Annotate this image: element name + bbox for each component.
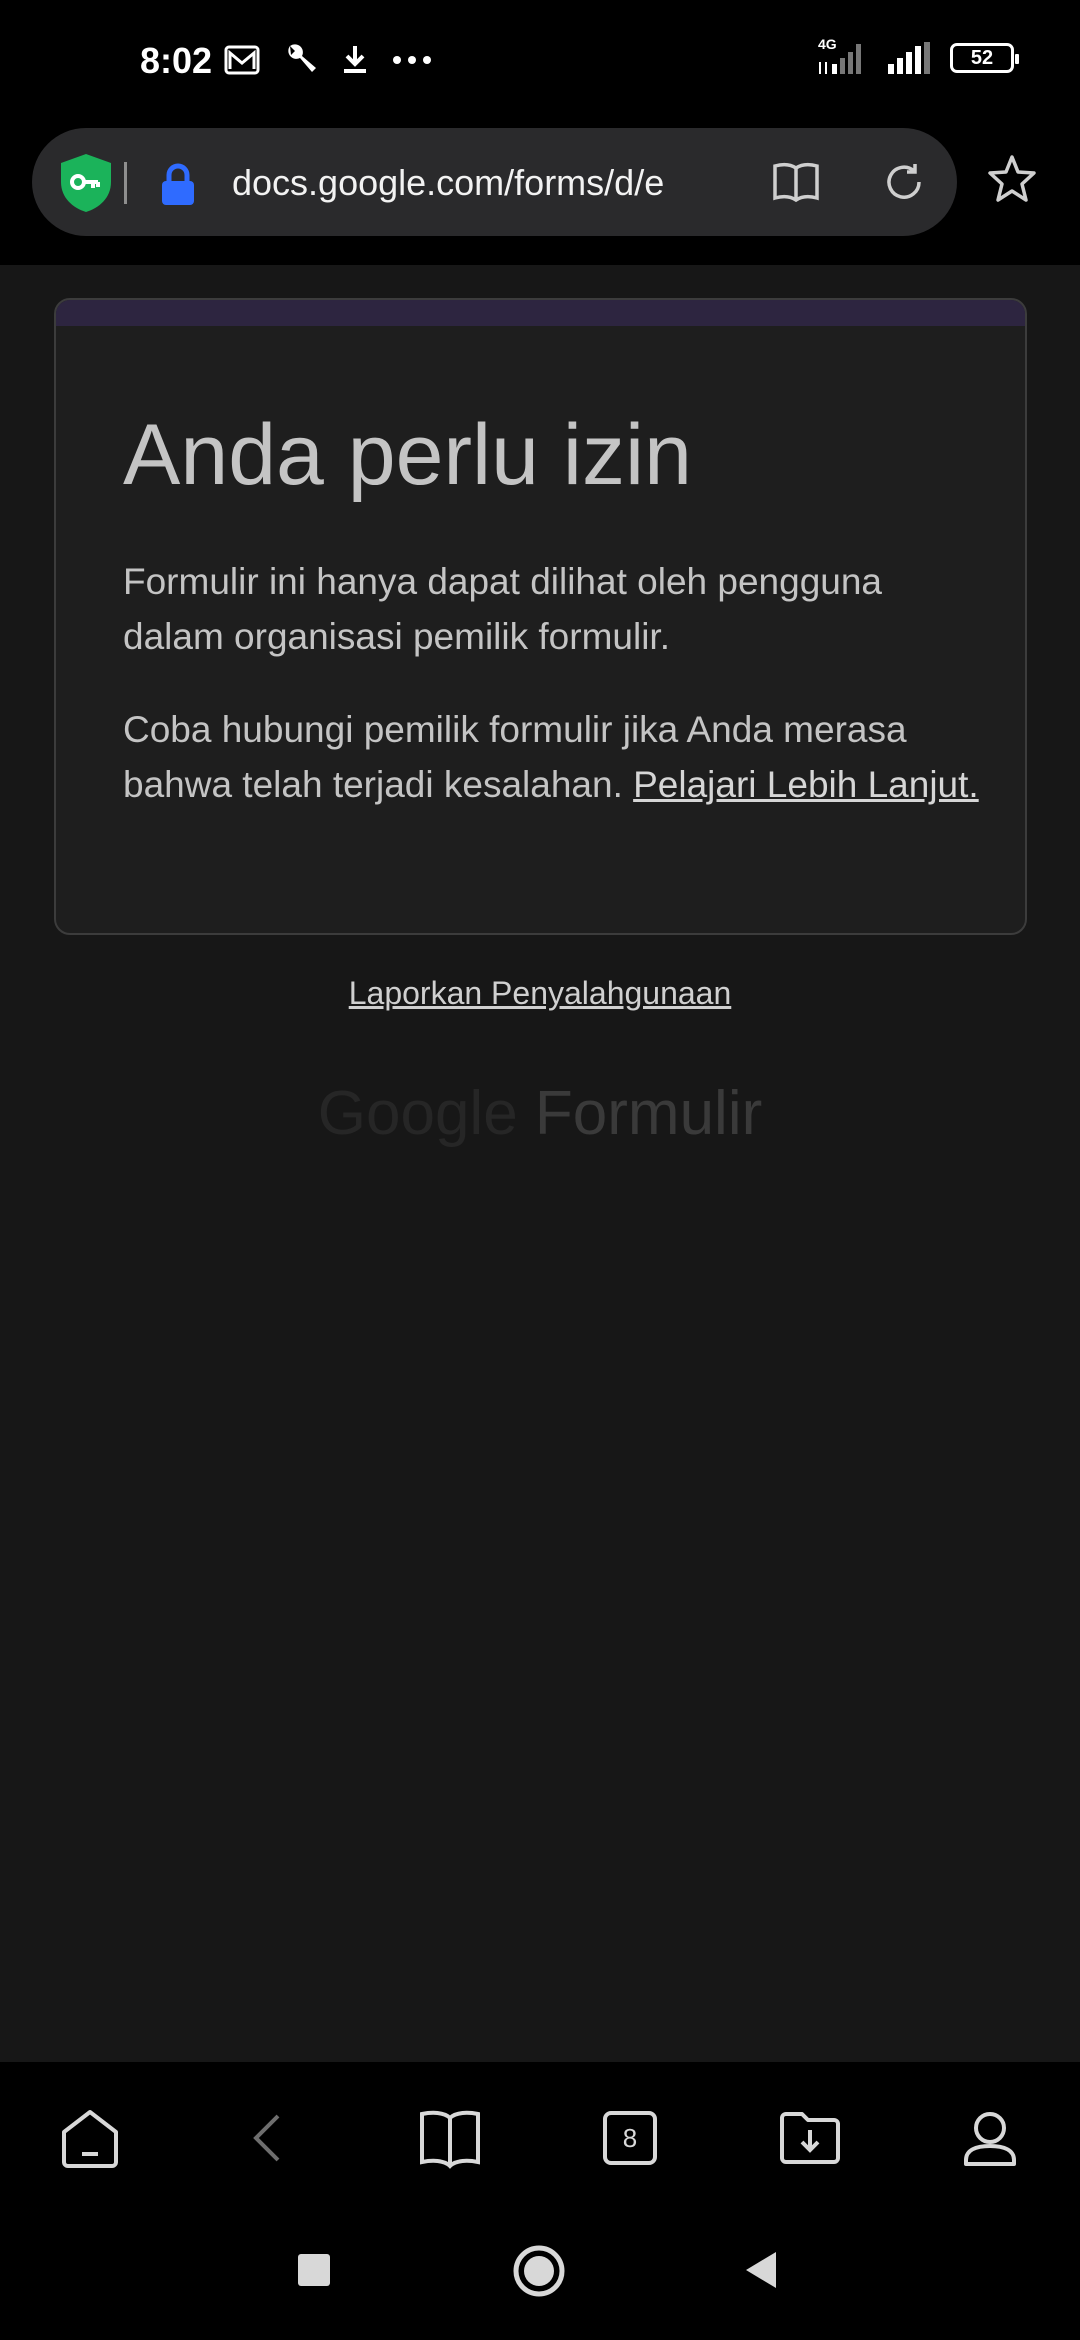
downloads-folder-icon[interactable] — [778, 2106, 842, 2170]
address-divider — [124, 162, 127, 204]
back-icon[interactable] — [238, 2106, 302, 2170]
home-circle-icon[interactable] — [512, 2244, 566, 2298]
learn-more-link[interactable]: Pelajari Lebih Lanjut. — [633, 764, 979, 805]
mail-icon — [224, 45, 260, 75]
signal-4g-icon: 4G — [818, 36, 866, 76]
tab-count: 8 — [603, 2111, 657, 2165]
battery-level: 52 — [970, 46, 994, 69]
address-bar[interactable]: docs.google.com/forms/d/e — [32, 128, 957, 236]
browser-bottom-nav: 8 — [0, 2062, 1080, 2212]
reader-mode-icon[interactable] — [772, 160, 820, 204]
permission-card: Anda perlu izin Formulir ini hanya dapat… — [54, 298, 1027, 935]
recents-icon[interactable] — [296, 2252, 332, 2288]
message-paragraph-2: Coba hubungi pemilik formulir jika Anda … — [123, 702, 983, 812]
google-forms-logo: Google Formulir — [0, 1078, 1080, 1149]
status-time: 8:02 — [140, 40, 213, 81]
page-title: Anda perlu izin — [123, 407, 692, 503]
system-back-icon[interactable] — [742, 2250, 780, 2290]
report-abuse-link[interactable]: Laporkan Penyalahgunaan — [0, 975, 1080, 1012]
message-paragraph-1: Formulir ini hanya dapat dilihat oleh pe… — [123, 561, 883, 657]
vpn-shield-icon[interactable] — [58, 152, 114, 214]
tabs-button[interactable]: 8 — [598, 2106, 662, 2170]
status-bar: 8:02 4G 52 — [0, 0, 1080, 125]
bookmarks-icon[interactable] — [418, 2106, 482, 2170]
system-status-icons: 4G 52 — [818, 36, 1019, 76]
home-icon[interactable] — [58, 2106, 122, 2170]
brand-product: Formulir — [534, 1079, 763, 1148]
bookmark-star-icon[interactable] — [986, 153, 1038, 205]
system-nav-bar — [0, 2212, 1080, 2340]
brand-google: Google — [317, 1079, 518, 1148]
download-notification-icon — [344, 46, 366, 73]
browser-toolbar: docs.google.com/forms/d/e — [0, 125, 1080, 265]
signal-icon — [888, 42, 930, 74]
url-text[interactable]: docs.google.com/forms/d/e — [232, 158, 750, 208]
lock-icon[interactable] — [160, 162, 196, 206]
reload-icon[interactable] — [882, 160, 926, 204]
card-accent-bar — [56, 300, 1025, 326]
more-notifications-icon — [393, 56, 431, 64]
notification-icons — [224, 42, 432, 78]
profile-icon[interactable] — [958, 2106, 1022, 2170]
screen: 8:02 4G 52 docs.google.com/forms/d/e And… — [0, 0, 1080, 2340]
wrench-icon — [288, 44, 316, 72]
battery-icon: 52 — [950, 43, 1019, 73]
